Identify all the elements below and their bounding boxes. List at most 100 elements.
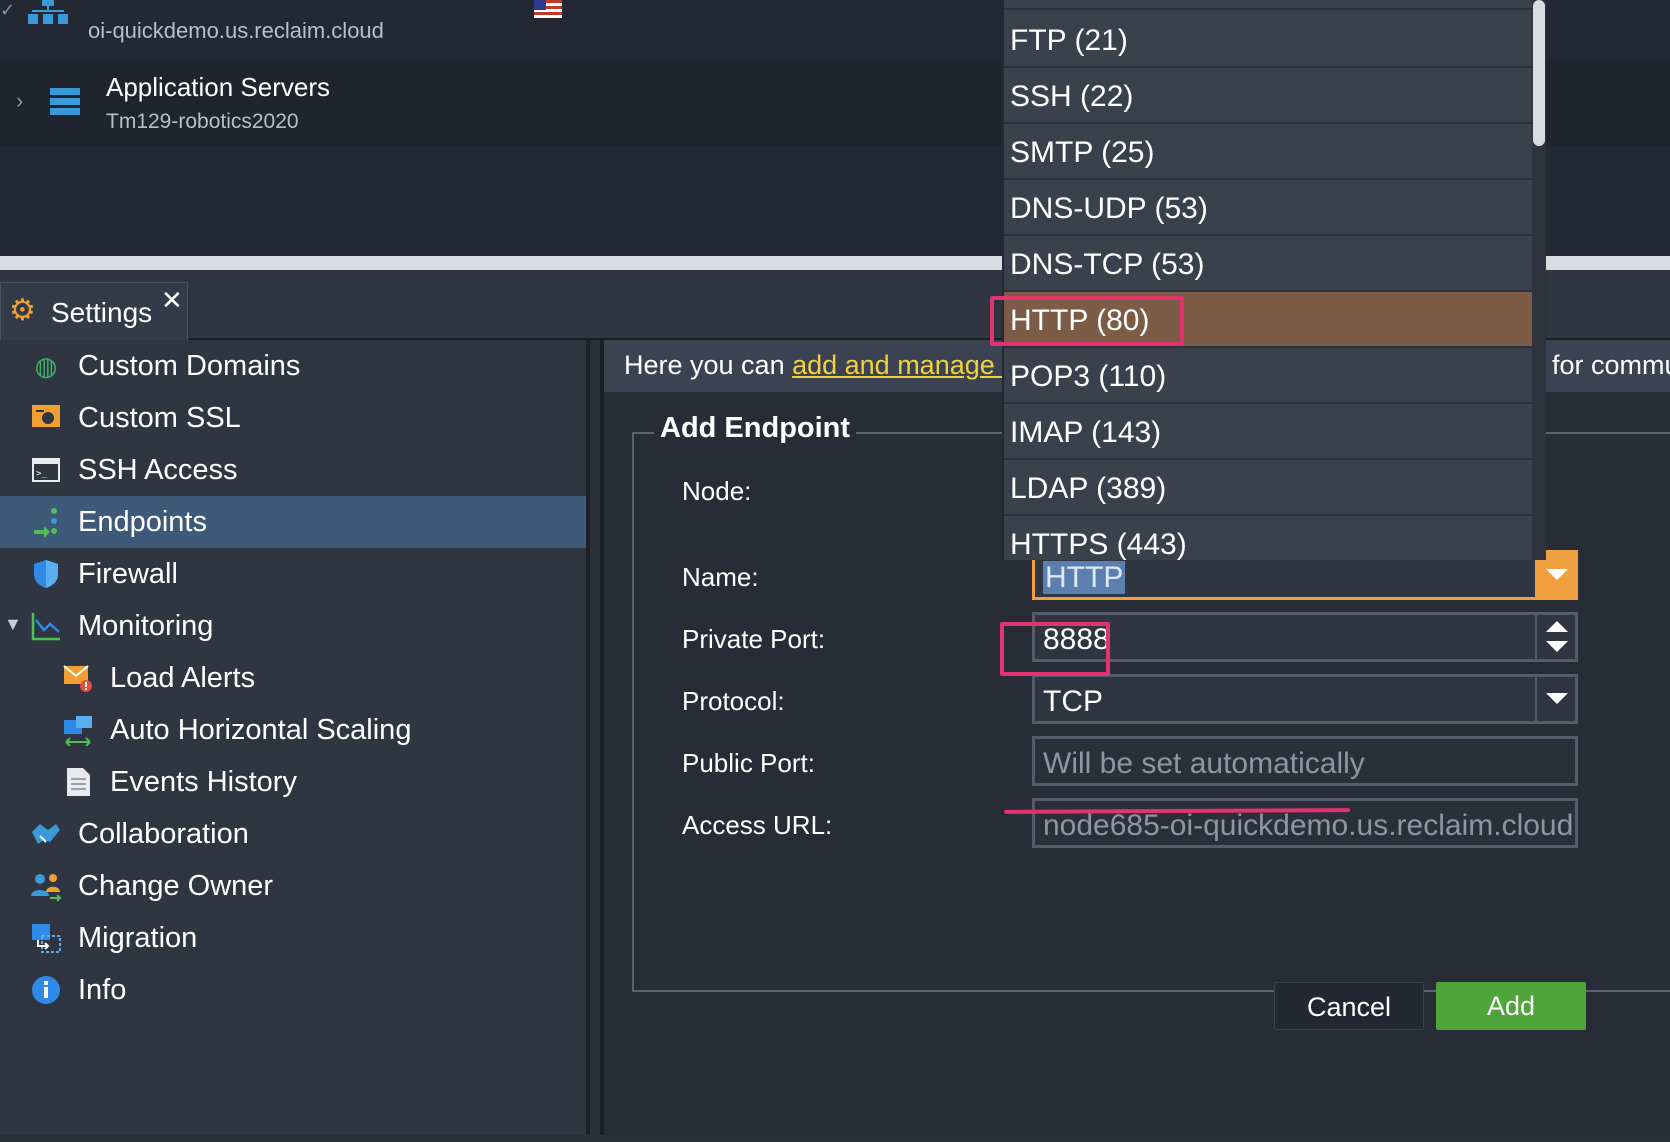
sidebar-item-label: Endpoints [78, 506, 207, 538]
globe-icon: ◍ [34, 351, 58, 381]
add-button[interactable]: Add [1436, 982, 1586, 1030]
sidebar-item-label: SSH Access [78, 454, 238, 486]
public-port-label: Public Port: [682, 748, 815, 778]
sidebar-item-label: Load Alerts [110, 662, 256, 694]
protocol-dropdown-button[interactable] [1535, 677, 1575, 721]
dropdown-option[interactable]: LDAP (389) [1004, 460, 1534, 516]
public-port-input: Will be set automatically [1032, 736, 1578, 786]
protocol-label: Protocol: [682, 686, 785, 716]
spin-up-icon[interactable] [1546, 621, 1568, 632]
handshake-icon [30, 818, 62, 850]
spin-down-icon[interactable] [1546, 641, 1568, 652]
dropdown-option-label: HTTPS (443) [1010, 528, 1187, 560]
caret-down-icon[interactable]: ▼ [4, 614, 22, 635]
sidebar-item-label: Custom SSL [78, 402, 241, 434]
chevron-right-icon[interactable]: › [16, 88, 23, 114]
dropdown-option[interactable]: DNS-UDP (53) [1004, 180, 1534, 236]
node-group-title: Application Servers [106, 72, 330, 102]
document-icon [62, 766, 94, 798]
access-url-value: node685-oi-quickdemo.us.reclaim.cloud: [1043, 809, 1578, 842]
access-url-label: Access URL: [682, 810, 833, 840]
dropdown-option[interactable] [1004, 0, 1534, 10]
sidebar-item-custom-ssl[interactable]: Custom SSL [0, 392, 586, 444]
sidebar-item-label: Custom Domains [78, 350, 301, 382]
sidebar-item-label: Events History [110, 766, 297, 798]
name-input[interactable]: HTTP [1043, 561, 1126, 595]
dropdown-option[interactable]: IMAP (143) [1004, 404, 1534, 460]
sidebar-item-label: Migration [78, 922, 198, 954]
endpoints-icon [30, 506, 62, 538]
dropdown-option[interactable]: HTTPS (443) [1004, 516, 1534, 560]
chevron-down-icon [1546, 569, 1568, 580]
chevron-down-icon [1546, 693, 1568, 704]
us-flag-icon [534, 0, 562, 18]
sidebar-item-label: Firewall [78, 558, 178, 590]
sidebar-item-custom-domains[interactable]: ◍ Custom Domains [0, 340, 586, 392]
cancel-button[interactable]: Cancel [1274, 982, 1424, 1030]
dropdown-option[interactable]: POP3 (110) [1004, 348, 1534, 404]
annotation-box-http-option [990, 296, 1184, 346]
sidebar-item-monitoring[interactable]: ▼ Monitoring [0, 600, 586, 652]
dropdown-option-label: DNS-UDP (53) [1010, 192, 1208, 225]
sidebar-item-auto-horizontal-scaling[interactable]: Auto Horizontal Scaling [0, 704, 586, 756]
sidebar-item-info[interactable]: Info [0, 964, 586, 1016]
node-group-subtitle: Tm129-robotics2020 [106, 110, 299, 133]
dropdown-scrollbar[interactable] [1532, 0, 1546, 560]
sidebar-item-change-owner[interactable]: Change Owner [0, 860, 586, 912]
sidebar-item-endpoints[interactable]: Endpoints [0, 496, 586, 548]
dropdown-option-label: POP3 (110) [1010, 360, 1167, 393]
port-spinner[interactable] [1535, 615, 1575, 659]
environment-domain[interactable]: oi-quickdemo.us.reclaim.cloud [88, 18, 384, 44]
dropdown-option-label: DNS-TCP (53) [1010, 248, 1205, 281]
sidebar-item-firewall[interactable]: Firewall [0, 548, 586, 600]
info-text: Here you can add and manage e [624, 350, 1017, 381]
sidebar-item-load-alerts[interactable]: Load Alerts [0, 652, 586, 704]
sidebar-item-label: Change Owner [78, 870, 274, 902]
network-icon [28, 0, 68, 31]
scaling-icon [62, 714, 94, 747]
annotation-box-private-port [1000, 622, 1110, 676]
info-text-suffix: for commu [1552, 350, 1670, 380]
dropdown-option-label: LDAP (389) [1010, 472, 1167, 505]
settings-sidebar: ◍ Custom Domains Custom SSL >_ SSH Acces… [0, 340, 590, 1135]
alert-icon [62, 662, 94, 694]
private-port-label: Private Port: [682, 624, 826, 654]
name-input-value: HTTP [1043, 561, 1126, 594]
access-url-input: node685-oi-quickdemo.us.reclaim.cloud: [1032, 798, 1578, 848]
sidebar-item-label: Monitoring [78, 610, 214, 642]
name-label: Name: [682, 562, 759, 592]
sidebar-item-events-history[interactable]: Events History [0, 756, 586, 808]
tab-settings-label: Settings [51, 297, 153, 328]
close-icon[interactable]: ✕ [161, 285, 183, 316]
gear-icon: ⚙ [9, 294, 36, 327]
dropdown-option-label: IMAP (143) [1010, 416, 1162, 449]
chart-icon [30, 610, 62, 642]
dropdown-option[interactable]: DNS-TCP (53) [1004, 236, 1534, 292]
protocol-value: TCP [1043, 685, 1103, 718]
protocol-select[interactable]: TCP [1032, 674, 1578, 724]
shield-icon [30, 558, 62, 590]
info-icon [30, 974, 62, 1006]
sidebar-item-label: Auto Horizontal Scaling [110, 714, 412, 746]
sidebar-item-collaboration[interactable]: Collaboration [0, 808, 586, 860]
users-icon [30, 870, 62, 902]
sidebar-item-label: Info [78, 974, 127, 1006]
tab-settings[interactable]: ⚙ Settings ✕ [0, 282, 188, 340]
dropdown-option[interactable]: FTP (21) [1004, 12, 1534, 68]
sidebar-item-ssh-access[interactable]: >_ SSH Access [0, 444, 586, 496]
private-port-stepper[interactable]: 8888 [1032, 612, 1578, 662]
scrollbar-thumb[interactable] [1533, 0, 1545, 146]
terminal-icon: >_ [30, 454, 62, 486]
node-label: Node: [682, 476, 752, 506]
sidebar-item-migration[interactable]: Migration [0, 912, 586, 964]
dropdown-option[interactable]: SSH (22) [1004, 68, 1534, 124]
info-text-prefix: Here you can [624, 350, 793, 380]
servers-icon [50, 88, 80, 121]
name-dropdown-list[interactable]: FTP (21) SSH (22) SMTP (25) DNS-UDP (53)… [1002, 0, 1546, 560]
certificate-icon [30, 402, 62, 434]
dropdown-option-label: SSH (22) [1010, 80, 1134, 113]
dropdown-option-label: SMTP (25) [1010, 136, 1155, 169]
dropdown-option-label: FTP (21) [1010, 24, 1128, 57]
add-manage-link[interactable]: add and manage e [792, 350, 1017, 380]
dropdown-option[interactable]: SMTP (25) [1004, 124, 1534, 180]
